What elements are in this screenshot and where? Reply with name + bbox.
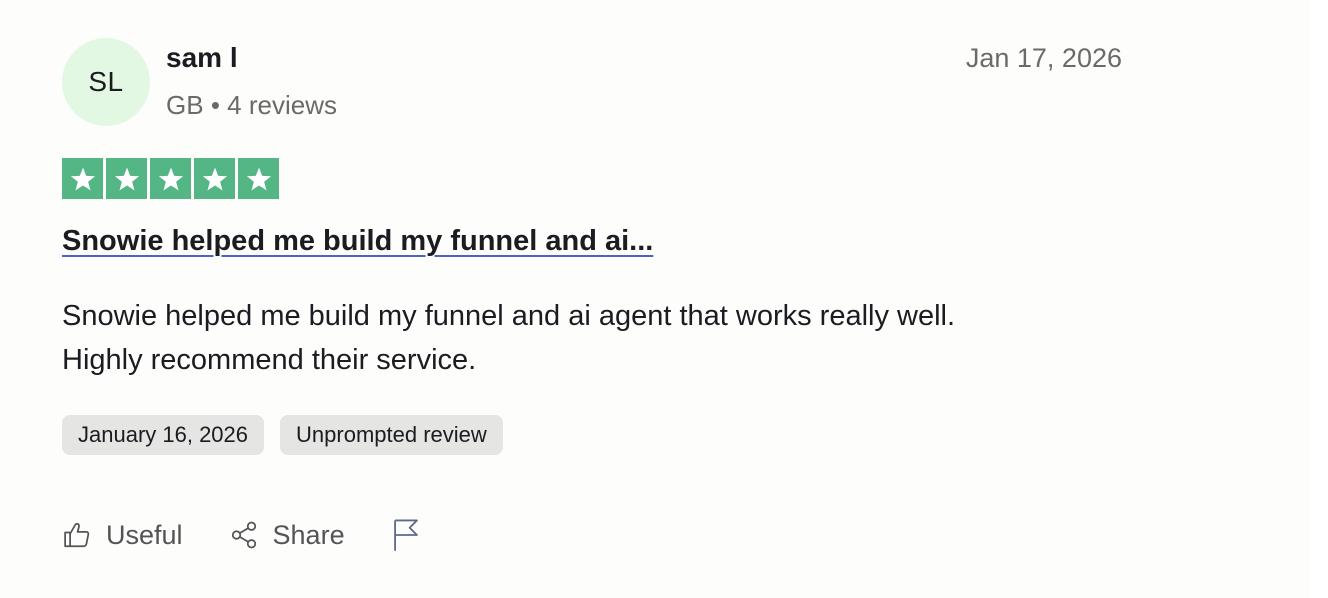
unprompted-review-tag[interactable]: Unprompted review — [280, 415, 503, 455]
reviewer-country: GB — [166, 90, 204, 120]
avatar[interactable]: SL — [62, 38, 150, 126]
share-button[interactable]: Share — [229, 520, 345, 551]
share-icon — [229, 520, 259, 550]
review-title-link[interactable]: Snowie helped me build my funnel and ai.… — [62, 222, 653, 260]
star-rating — [62, 158, 279, 199]
star-icon — [194, 158, 235, 199]
review-body: Snowie helped me build my funnel and ai … — [62, 294, 1142, 382]
experience-date-tag: January 16, 2026 — [62, 415, 265, 455]
star-icon — [106, 158, 147, 199]
thumbs-up-icon — [62, 520, 92, 550]
review-tags: January 16, 2026 Unprompted review — [62, 415, 503, 455]
star-icon — [62, 158, 103, 199]
star-icon — [150, 158, 191, 199]
reviewer-review-count: 4 reviews — [227, 90, 337, 120]
meta-separator: • — [210, 90, 220, 120]
review-body-line: Snowie helped me build my funnel and ai … — [62, 300, 956, 332]
useful-label: Useful — [106, 519, 183, 550]
reviewer-name[interactable]: sam l — [166, 40, 238, 76]
report-button[interactable] — [391, 518, 421, 552]
review-card: SL sam l GB • 4 reviews Jan 17, 2026 Sno… — [0, 0, 1310, 598]
share-label: Share — [272, 519, 345, 550]
flag-icon — [391, 518, 421, 552]
review-date: Jan 17, 2026 — [965, 43, 1122, 73]
reviewer-meta: GB • 4 reviews — [166, 88, 337, 122]
useful-button[interactable]: Useful — [62, 520, 183, 551]
star-icon — [238, 158, 279, 199]
review-actions: Useful Share — [62, 512, 467, 558]
review-body-line: Highly recommend their service. — [62, 344, 477, 376]
avatar-initials: SL — [88, 66, 124, 97]
